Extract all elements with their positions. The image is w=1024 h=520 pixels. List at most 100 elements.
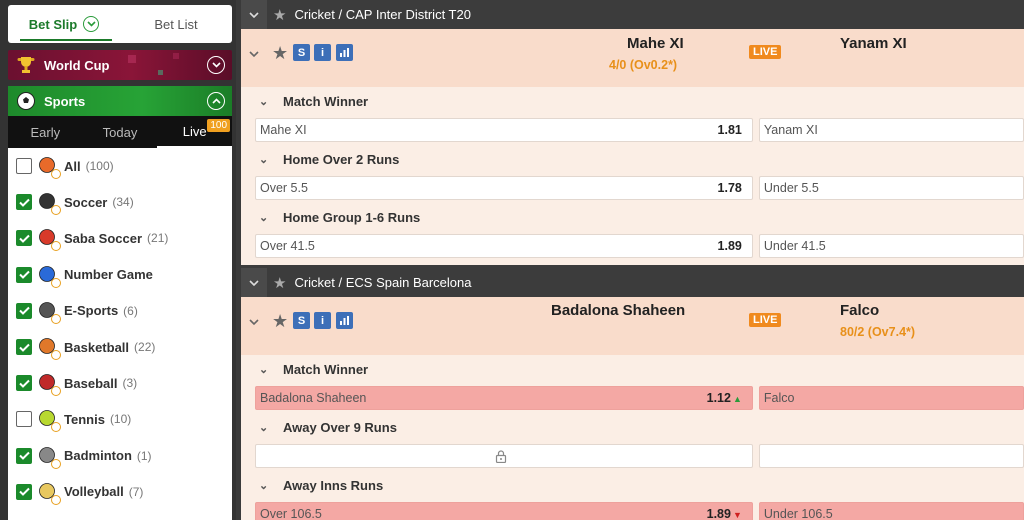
sport-item[interactable]: Badminton (1) <box>8 438 232 474</box>
odd-label: Under 106.5 <box>763 507 833 520</box>
odd-button-left[interactable]: Badalona Shaheen 1.12 ▲ <box>255 386 753 410</box>
market-header[interactable]: ⌄ Home Over 2 Runs <box>241 145 1024 173</box>
sport-item[interactable]: Baseball (3) <box>8 365 232 401</box>
market-name: Away Inns Runs <box>283 477 384 493</box>
sports-header[interactable]: Sports <box>8 86 232 116</box>
league-bar[interactable]: ★ Cricket / ECS Spain Barcelona <box>241 268 1024 297</box>
stats-s-icon[interactable]: S <box>293 312 310 329</box>
odd-button-right[interactable]: Under 106.5 <box>758 502 1024 520</box>
sport-name: All <box>64 158 81 174</box>
basketball-icon <box>38 337 61 361</box>
sport-item[interactable]: Basketball (22) <box>8 329 232 365</box>
odd-button-left[interactable]: Over 106.5 1.89 ▼ <box>255 502 753 520</box>
sport-item[interactable]: Number Game <box>8 257 232 293</box>
home-score: 4/0 (Ov0.2*) <box>609 58 678 72</box>
league-title: Cricket / CAP Inter District T20 <box>294 7 471 22</box>
info-icon[interactable]: i <box>314 44 331 61</box>
star-icon[interactable]: ★ <box>272 43 288 64</box>
chevron-down-icon[interactable] <box>241 0 267 29</box>
chevron-down-icon[interactable] <box>247 47 261 61</box>
sport-checkbox[interactable] <box>16 194 32 211</box>
sport-name: Saba Soccer <box>64 230 143 246</box>
expand-chevron-icon[interactable] <box>207 56 225 74</box>
star-icon[interactable]: ★ <box>272 311 288 332</box>
sport-checkbox[interactable] <box>16 158 32 175</box>
star-icon[interactable]: ★ <box>273 6 286 24</box>
sport-name: Basketball <box>64 339 130 355</box>
sport-item[interactable]: Soccer (34) <box>8 184 232 220</box>
odd-button-locked <box>758 444 1024 468</box>
baseball-icon <box>38 373 61 397</box>
tab-today[interactable]: Today <box>83 116 158 148</box>
league-title: Cricket / ECS Spain Barcelona <box>294 275 472 290</box>
odd-button-left[interactable]: Over 41.5 1.89 <box>255 234 753 258</box>
market-header[interactable]: ⌄ Away Over 9 Runs <box>241 413 1024 441</box>
tab-bet-slip[interactable]: Bet Slip <box>8 5 120 43</box>
sport-checkbox[interactable] <box>16 339 32 356</box>
odds-row: Mahe XI 1.81 Yanam XI <box>241 115 1024 145</box>
odd-label: Badalona Shaheen <box>260 391 367 405</box>
tab-bet-list-label: Bet List <box>154 16 198 32</box>
info-icon[interactable]: i <box>314 312 331 329</box>
market-header[interactable]: ⌄ Match Winner <box>241 87 1024 115</box>
league-bar[interactable]: ★ Cricket / CAP Inter District T20 <box>241 0 1024 29</box>
sport-checkbox[interactable] <box>16 230 32 247</box>
trophy-icon <box>17 57 35 73</box>
sport-checkbox[interactable] <box>16 302 32 319</box>
star-icon[interactable]: ★ <box>273 274 286 292</box>
odd-button-right[interactable]: Under 5.5 <box>758 176 1024 200</box>
sport-checkbox[interactable] <box>16 266 32 283</box>
market-header[interactable]: ⌄ Away Inns Runs <box>241 471 1024 499</box>
sport-checkbox[interactable] <box>16 483 32 500</box>
stats-s-icon[interactable]: S <box>293 44 310 61</box>
sport-checkbox[interactable] <box>16 411 32 428</box>
sport-item[interactable]: Volleyball (7) <box>8 474 232 510</box>
decoration-icon <box>128 53 179 75</box>
sport-count: (3) <box>122 376 138 391</box>
odd-label: Over 5.5 <box>260 181 308 195</box>
odd-button-right[interactable]: Falco <box>758 386 1024 410</box>
match-card: ★ S i Badalona Shaheen LIVE Falco 80/2 (… <box>241 297 1024 520</box>
collapse-chevron-icon[interactable] <box>207 92 225 110</box>
sport-item[interactable]: Tennis (10) <box>8 401 232 437</box>
sport-item[interactable]: All (100) <box>8 148 232 184</box>
sport-item[interactable]: Saba Soccer (21) <box>8 220 232 256</box>
tab-live[interactable]: Live 100 <box>157 116 233 148</box>
odd-button-left[interactable]: Mahe XI 1.81 <box>255 118 753 142</box>
tennis-ball-icon <box>38 409 61 433</box>
sport-count: (100) <box>85 159 114 174</box>
sport-checkbox[interactable] <box>16 447 32 464</box>
sport-checkbox[interactable] <box>16 375 32 392</box>
sport-count: (10) <box>109 412 132 427</box>
odd-button-left[interactable]: Over 5.5 1.78 <box>255 176 753 200</box>
sport-count: (1) <box>136 448 152 463</box>
lock-icon <box>495 449 507 463</box>
odd-price: 1.89 <box>717 239 742 253</box>
sport-count: (6) <box>123 303 138 318</box>
live-count-badge: 100 <box>207 119 231 132</box>
away-team: Yanam XI <box>840 35 907 52</box>
odd-button-right[interactable]: Under 41.5 <box>758 234 1024 258</box>
sport-item[interactable]: E-Sports (6) <box>8 293 232 329</box>
chevron-down-icon[interactable] <box>247 315 261 329</box>
odd-label: Mahe XI <box>260 123 307 137</box>
bar-chart-icon[interactable] <box>336 44 353 61</box>
sport-count: (34) <box>112 195 134 210</box>
tab-early[interactable]: Early <box>8 116 83 148</box>
sport-count: (21) <box>147 231 169 246</box>
world-cup-label: World Cup <box>44 57 110 73</box>
market-header[interactable]: ⌄ Match Winner <box>241 355 1024 383</box>
odd-label: Yanam XI <box>763 123 818 137</box>
bar-chart-icon[interactable] <box>336 312 353 329</box>
tab-today-label: Today <box>102 124 138 140</box>
odds-row: Over 5.5 1.78 Under 5.5 <box>241 173 1024 203</box>
chevron-down-icon[interactable] <box>241 268 267 297</box>
odd-label: Under 41.5 <box>763 239 826 253</box>
odd-label: Over 106.5 <box>260 507 322 520</box>
sport-name: Volleyball <box>64 484 124 500</box>
odd-button-right[interactable]: Yanam XI <box>758 118 1024 142</box>
market-header[interactable]: ⌄ Home Group 1-6 Runs <box>241 203 1024 231</box>
world-cup-banner[interactable]: World Cup <box>8 50 232 80</box>
tab-bet-list[interactable]: Bet List <box>120 5 232 43</box>
shuttlecock-icon <box>38 446 61 469</box>
